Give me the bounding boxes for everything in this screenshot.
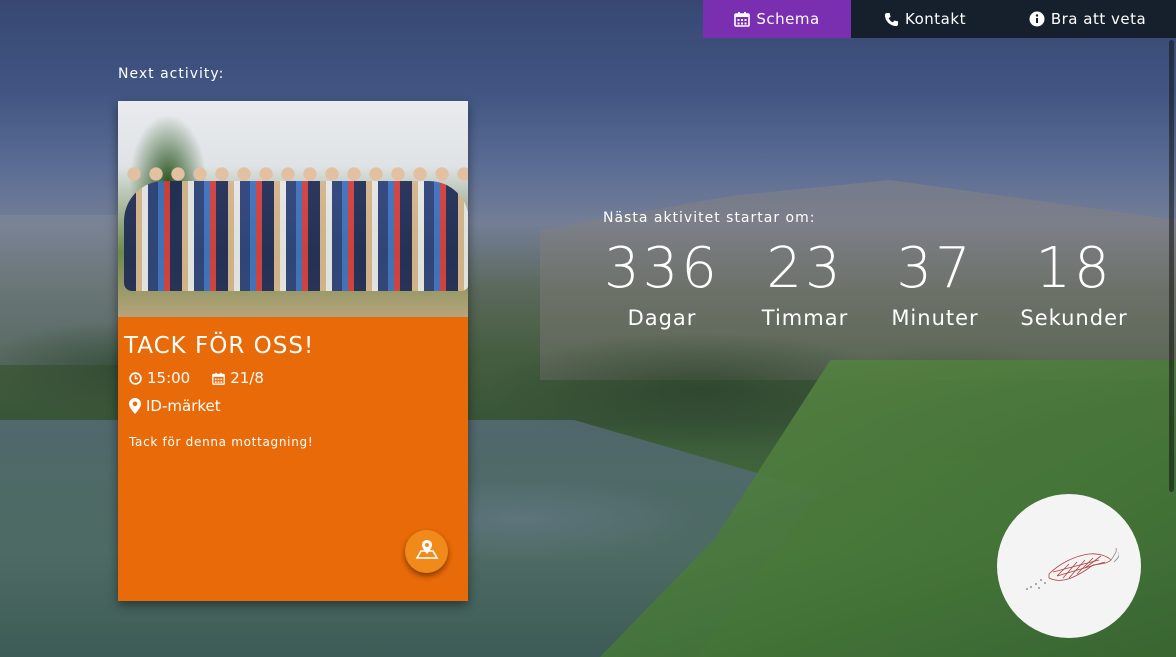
info-icon — [1029, 11, 1045, 27]
countdown-days: 336 Dagar — [598, 236, 726, 330]
countdown-hours: 23 Timmar — [750, 236, 860, 330]
calendar-icon — [734, 11, 751, 27]
countdown-minutes-unit: Minuter — [891, 306, 979, 330]
activity-location: ID-märket — [146, 397, 221, 415]
countdown-days-unit: Dagar — [627, 306, 697, 330]
hand-icon — [1019, 534, 1120, 598]
map-icon — [415, 538, 439, 566]
countdown-label: Nästa aktivitet startar om: — [603, 210, 816, 226]
clock-icon — [129, 371, 142, 385]
countdown-minutes: 37 Minuter — [880, 236, 990, 330]
countdown-days-value: 336 — [604, 236, 720, 301]
countdown-seconds-unit: Sekunder — [1020, 306, 1128, 330]
activity-time: 15:00 — [147, 369, 191, 387]
countdown-hours-unit: Timmar — [761, 306, 849, 330]
activity-time-date: 15:00 21/8 — [129, 369, 468, 387]
activity-description: Tack för denna mottagning! — [129, 435, 314, 449]
activity-title: TACK FÖR OSS! — [124, 333, 315, 359]
activity-card[interactable]: TACK FÖR OSS! 15:00 21/8 ID-märket Tack … — [118, 101, 468, 601]
nav-label-schema: Schema — [756, 10, 820, 28]
top-navigation: Schema Kontakt Bra att veta — [703, 0, 1176, 38]
nav-label-kontakt: Kontakt — [905, 10, 966, 28]
map-marker-icon — [129, 398, 141, 414]
nav-label-bra-att-veta: Bra att veta — [1050, 10, 1147, 28]
hand-gesture-button[interactable] — [997, 494, 1141, 638]
countdown-seconds-value: 18 — [1035, 236, 1113, 301]
activity-date: 21/8 — [230, 369, 264, 387]
countdown-seconds: 18 Sekunder — [1010, 236, 1138, 330]
page-scrollbar[interactable] — [1169, 40, 1174, 492]
activity-location-row: ID-märket — [129, 397, 468, 415]
countdown-hours-value: 23 — [766, 236, 844, 301]
calendar-icon — [212, 372, 226, 385]
show-map-button[interactable] — [405, 530, 448, 573]
nav-item-schema[interactable]: Schema — [703, 0, 851, 38]
next-activity-label: Next activity: — [118, 66, 225, 82]
countdown-minutes-value: 37 — [896, 236, 974, 301]
nav-item-bra-att-veta[interactable]: Bra att veta — [999, 0, 1176, 38]
activity-photo — [118, 101, 468, 317]
nav-item-kontakt[interactable]: Kontakt — [851, 0, 999, 38]
phone-icon — [884, 12, 899, 27]
